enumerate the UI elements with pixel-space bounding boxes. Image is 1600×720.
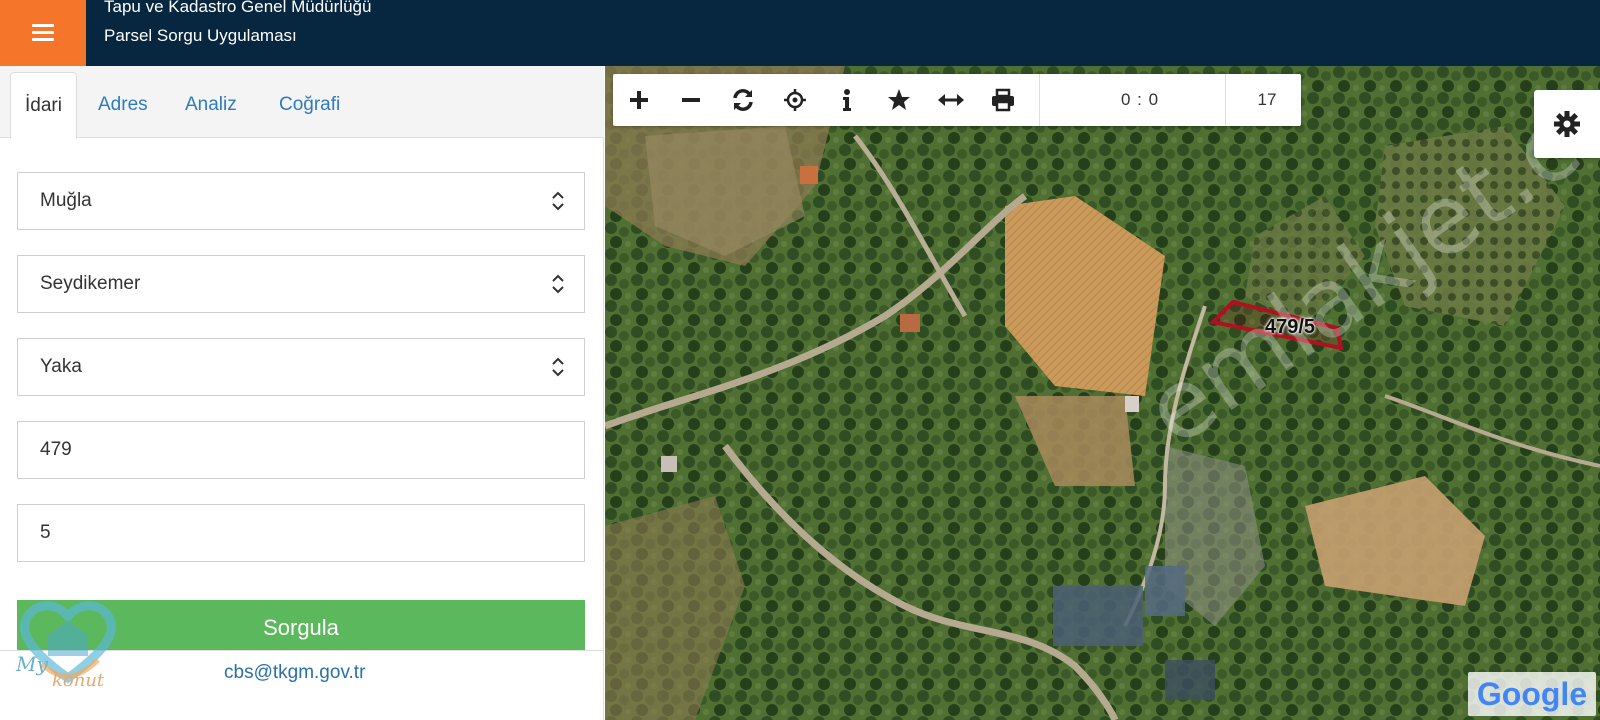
province-value: Muğla — [40, 190, 92, 211]
zoom-level: 17 — [1257, 90, 1277, 109]
locate-icon[interactable] — [769, 74, 821, 126]
zoom-in-icon[interactable] — [613, 74, 665, 126]
toolbar-divider — [1039, 74, 1040, 126]
neighborhood-value: Yaka — [40, 356, 82, 377]
logo-text-my: My — [16, 652, 48, 676]
google-attribution: Google — [1468, 672, 1596, 716]
mykonut-logo: My konut — [12, 590, 124, 700]
province-select[interactable]: Muğla — [17, 172, 585, 230]
app-header: Tapu ve Kadastro Genel Müdürlüğü Parsel … — [0, 0, 1600, 66]
zoom-out-icon[interactable] — [665, 74, 717, 126]
measure-icon[interactable] — [925, 74, 977, 126]
refresh-icon[interactable] — [717, 74, 769, 126]
hamburger-icon — [32, 24, 54, 42]
favorite-icon[interactable] — [873, 74, 925, 126]
map-view[interactable]: emlakjet.com 479/5 0 : 0 17 Google — [605, 66, 1600, 720]
settings-button[interactable] — [1534, 90, 1600, 158]
query-panel: İdari Adres Analiz Coğrafi Muğla Seydike… — [0, 66, 604, 720]
block-number-input[interactable]: 479 — [17, 421, 585, 479]
google-logo-text: Google — [1476, 676, 1588, 712]
app-title: Tapu ve Kadastro Genel Müdürlüğü — [104, 0, 372, 16]
info-icon[interactable] — [821, 74, 873, 126]
gear-icon — [1554, 111, 1580, 137]
toolbar-divider — [1225, 74, 1226, 126]
tab-cografi[interactable]: Coğrafi — [265, 72, 354, 138]
parcel-number-input[interactable]: 5 — [17, 504, 585, 562]
parcel-label: 479/5 — [1265, 316, 1316, 338]
app-subtitle: Parsel Sorgu Uygulaması — [104, 26, 297, 45]
district-select[interactable]: Seydikemer — [17, 255, 585, 313]
neighborhood-select[interactable]: Yaka — [17, 338, 585, 396]
map-toolbar: 0 : 0 17 — [613, 74, 1301, 126]
print-icon[interactable] — [977, 74, 1029, 126]
menu-button[interactable] — [0, 0, 86, 66]
tab-idari[interactable]: İdari — [10, 72, 77, 139]
tab-adres[interactable]: Adres — [84, 72, 162, 138]
tab-analiz[interactable]: Analiz — [171, 72, 251, 138]
logo-text-konut: konut — [52, 670, 105, 691]
tab-bar: İdari Adres Analiz Coğrafi — [0, 66, 604, 139]
district-value: Seydikemer — [40, 273, 141, 294]
coordinate-readout: 0 : 0 — [1120, 90, 1160, 109]
contact-email-link[interactable]: cbs@tkgm.gov.tr — [224, 662, 365, 684]
